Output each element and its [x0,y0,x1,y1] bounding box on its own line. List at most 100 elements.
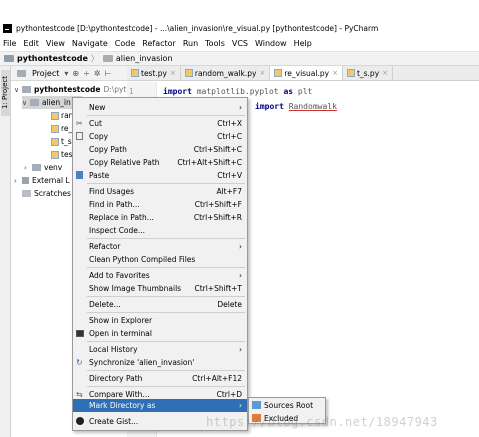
tree-root-name: pythontestcode [34,85,101,94]
close-icon[interactable]: × [170,69,176,77]
menu-item-find-in-path[interactable]: Find in Path... Ctrl+Shift+F [73,198,247,210]
tab-re-visual-py[interactable]: re_visual.py × [270,66,343,80]
close-icon[interactable]: × [382,69,388,77]
menu-item-copy-relative-path[interactable]: Copy Relative Path Ctrl+Alt+Shift+C [73,156,247,168]
menu-help[interactable]: Help [294,39,312,48]
tree-file[interactable]: ran [51,109,73,122]
menu-item-replace-in-path[interactable]: Replace in Path... Ctrl+Shift+R [73,211,247,223]
menu-item-new[interactable]: New › [73,101,247,113]
menu-view[interactable]: View [46,39,65,48]
gear-icon[interactable]: ✲ [94,69,101,78]
module-name: matplotlib.pyplot [196,87,279,96]
code-line-2[interactable]: import Randomwalk [255,102,337,111]
menu-item-directory-path[interactable]: Directory Path Ctrl+Alt+F12 [73,372,247,384]
tree-scratches[interactable]: Scratches [22,187,71,200]
menu-item-mark-directory-as[interactable]: Mark Directory as › [73,399,247,412]
menu-file[interactable]: File [3,39,16,48]
menu-item-inspect-code[interactable]: Inspect Code... [73,224,247,236]
tab-test-py[interactable]: test.py × [127,66,181,80]
python-file-icon [184,69,193,77]
menu-item-label: Cut [89,118,102,128]
settings-icon[interactable]: ÷ [83,69,90,78]
alias-name: plt [297,87,313,96]
menu-item-shortcut: Delete [217,299,242,309]
menu-item-label: Replace in Path... [89,212,154,222]
menu-item-paste[interactable]: Paste Ctrl+V [73,169,247,181]
collapse-arrow-icon[interactable]: › [14,177,22,185]
submenu-item-sources-root[interactable]: Sources Root [249,399,325,411]
breadcrumb-child[interactable]: alien_invasion [116,54,173,63]
expand-arrow-icon[interactable]: ∨ [14,86,22,94]
tree-venv-name: venv [44,163,63,172]
menu-item-shortcut: Ctrl+D [216,389,242,399]
menu-item-find-usages[interactable]: Find Usages Alt+F7 [73,185,247,197]
python-file-icon [51,137,59,146]
menu-navigate[interactable]: Navigate [72,39,108,48]
menu-item-refactor[interactable]: Refactor › [73,240,247,252]
submenu-arrow-icon: › [239,102,242,112]
menu-item-label: Local History [89,344,138,354]
tree-file-name: re_ [61,124,73,133]
menu-item-shortcut: Ctrl+Shift+F [194,199,242,209]
menu-item-shortcut: Ctrl+V [217,170,242,180]
project-dropdown[interactable]: Project [32,69,59,78]
menu-run[interactable]: Run [183,39,198,48]
menu-item-shortcut: Ctrl+Shift+R [193,212,242,222]
menu-item-add-to-favorites[interactable]: Add to Favorites › [73,269,247,281]
menu-edit[interactable]: Edit [23,39,39,48]
tab-t-s-py[interactable]: t_s.py × [343,66,394,80]
folder-icon [22,86,31,93]
menu-item-show-thumbnails[interactable]: Show Image Thumbnails Ctrl+Shift+T [73,282,247,294]
menu-item-label: Refactor [89,241,121,251]
project-tool-tab[interactable]: 1: Project [1,70,10,116]
keyword: as [283,87,294,96]
tree-root[interactable]: ∨ pythontestcode D:\pyt [14,83,126,96]
menu-item-show-in-explorer[interactable]: Show in Explorer [73,314,247,326]
menu-window[interactable]: Window [255,39,287,48]
menu-item-cut[interactable]: ✂ Cut Ctrl+X [73,117,247,129]
chevron-right-icon: 〉 [90,54,99,63]
close-icon[interactable]: × [332,69,338,77]
tree-file[interactable]: tes [51,148,72,161]
code-line-1[interactable]: import matplotlib.pyplot as plt [163,87,312,96]
menu-vcs[interactable]: VCS [232,39,248,48]
tree-file[interactable]: re_ [51,122,72,135]
menu-item-shortcut: Ctrl+Shift+T [194,283,242,293]
tree-scratches-name: Scratches [34,189,71,198]
menu-item-open-in-terminal[interactable]: Open in terminal [73,327,247,339]
keyword: import [255,102,284,111]
python-file-icon [346,69,355,77]
menu-item-label: Show in Explorer [89,315,153,325]
import-name: Randomwalk [288,102,337,111]
menu-item-delete[interactable]: Delete... Delete [73,298,247,310]
expand-arrow-icon[interactable]: ∨ [22,99,30,107]
hide-icon[interactable]: ⊢ [105,69,112,78]
menu-refactor[interactable]: Refactor [142,39,176,48]
target-icon[interactable]: ⊕ [72,69,79,78]
menu-item-copy-path[interactable]: Copy Path Ctrl+Shift+C [73,143,247,155]
python-file-icon [131,69,139,77]
folder-icon [4,55,14,62]
copy-icon [76,132,83,140]
tab-random-walk-py[interactable]: random_walk.py × [181,66,271,80]
menu-item-clean-compiled[interactable]: Clean Python Compiled Files [73,253,247,265]
close-icon[interactable]: × [259,69,265,77]
tree-file-name: t_s [61,137,72,146]
github-icon [76,417,84,425]
menu-item-synchronize[interactable]: ↻ Synchronize 'alien_invasion' [73,356,247,368]
menu-item-label: Open in terminal [89,328,152,338]
tree-file[interactable]: t_s [51,135,72,148]
python-file-icon [51,111,59,120]
menu-separator [87,341,245,342]
menu-item-copy[interactable]: Copy Ctrl+C [73,130,247,142]
menu-tools[interactable]: Tools [205,39,225,48]
menu-code[interactable]: Code [115,39,135,48]
tree-external-libraries[interactable]: › External L [14,174,70,187]
tree-venv[interactable]: › venv [24,161,62,174]
breadcrumb-root[interactable]: pythontestcode [17,54,88,63]
menu-item-local-history[interactable]: Local History › [73,343,247,355]
dropdown-arrow-icon[interactable]: ▾ [64,69,68,78]
python-file-icon [51,124,59,133]
keyword: import [163,87,192,96]
collapse-arrow-icon[interactable]: › [24,164,32,172]
